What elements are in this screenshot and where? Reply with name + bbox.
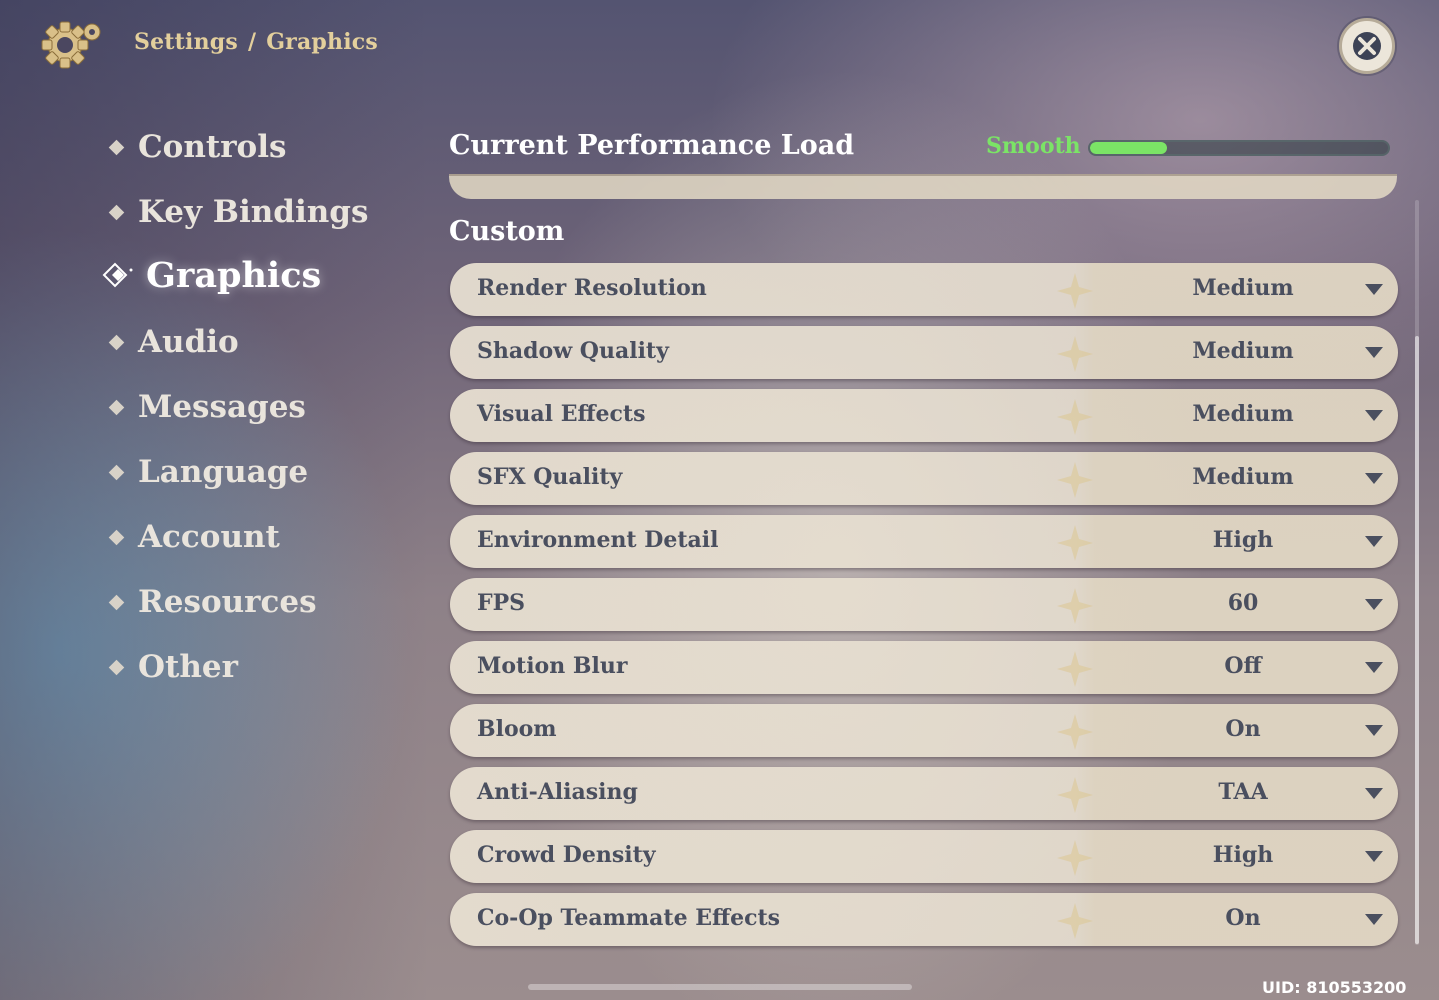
- bottom-scroll-indicator: [528, 984, 912, 990]
- nav-item-controls[interactable]: Controls: [108, 122, 286, 172]
- star-ornament-icon: [1057, 777, 1093, 813]
- caret-down-icon[interactable]: [1365, 473, 1383, 484]
- breadcrumb-separator: /: [247, 29, 257, 55]
- star-ornament-icon: [1057, 840, 1093, 876]
- setting-label: Environment Detail: [477, 527, 719, 553]
- diamond-icon: [108, 529, 125, 545]
- diamond-icon: [108, 659, 125, 675]
- star-ornament-icon: [1057, 588, 1093, 624]
- setting-row-render-resolution[interactable]: Render Resolution Medium: [450, 263, 1398, 316]
- performance-status: Smooth: [986, 133, 1081, 159]
- caret-down-icon[interactable]: [1365, 410, 1383, 421]
- setting-row-environment-detail[interactable]: Environment Detail High: [450, 515, 1398, 568]
- breadcrumb: Settings / Graphics: [134, 29, 378, 55]
- nav-item-label: Key Bindings: [138, 194, 369, 230]
- setting-row-fps[interactable]: FPS 60: [450, 578, 1398, 631]
- caret-down-icon[interactable]: [1365, 347, 1383, 358]
- star-ornament-icon: [1057, 651, 1093, 687]
- setting-value[interactable]: Off: [1143, 653, 1343, 679]
- setting-label: Co-Op Teammate Effects: [477, 905, 781, 931]
- scrollbar-thumb[interactable]: [1415, 336, 1419, 944]
- setting-row-shadow-quality[interactable]: Shadow Quality Medium: [450, 326, 1398, 379]
- setting-row-anti-aliasing[interactable]: Anti-Aliasing TAA: [450, 767, 1398, 820]
- nav-item-label: Graphics: [146, 254, 322, 296]
- nav-item-key-bindings[interactable]: Key Bindings: [108, 187, 368, 237]
- setting-value[interactable]: Medium: [1143, 464, 1343, 490]
- setting-label: Render Resolution: [477, 275, 707, 301]
- setting-value[interactable]: Medium: [1143, 275, 1343, 301]
- breadcrumb-root[interactable]: Settings: [134, 29, 238, 55]
- close-icon: [1353, 32, 1381, 60]
- setting-value[interactable]: Medium: [1143, 401, 1343, 427]
- nav-item-label: Messages: [138, 389, 306, 425]
- setting-value[interactable]: High: [1143, 842, 1343, 868]
- performance-load-bar: [1088, 140, 1390, 156]
- gear-icon: [38, 18, 106, 74]
- setting-row-bloom[interactable]: Bloom On: [450, 704, 1398, 757]
- section-title: Custom: [449, 216, 565, 247]
- caret-down-icon[interactable]: [1365, 788, 1383, 799]
- nav-item-resources[interactable]: Resources: [108, 577, 317, 627]
- performance-load-fill: [1090, 142, 1168, 154]
- star-ornament-icon: [1057, 903, 1093, 939]
- star-ornament-icon: [1057, 462, 1093, 498]
- setting-value[interactable]: TAA: [1143, 779, 1343, 805]
- setting-value[interactable]: High: [1143, 527, 1343, 553]
- diamond-icon: [108, 594, 125, 610]
- setting-row-visual-effects[interactable]: Visual Effects Medium: [450, 389, 1398, 442]
- nav-item-label: Language: [138, 454, 309, 490]
- setting-label: Bloom: [477, 716, 557, 742]
- nav-item-label: Other: [138, 649, 238, 685]
- caret-down-icon[interactable]: [1365, 851, 1383, 862]
- star-ornament-icon: [1057, 336, 1093, 372]
- setting-row-co-op-teammate-effects[interactable]: Co-Op Teammate Effects On: [450, 893, 1398, 946]
- setting-label: FPS: [477, 590, 526, 616]
- nav-item-graphics[interactable]: Graphics: [102, 250, 322, 300]
- diamond-icon: [108, 204, 125, 220]
- nav-item-label: Account: [138, 519, 280, 555]
- star-ornament-icon: [1057, 714, 1093, 750]
- setting-label: SFX Quality: [477, 464, 623, 490]
- setting-value[interactable]: Medium: [1143, 338, 1343, 364]
- diamond-icon: [108, 334, 125, 350]
- setting-label: Motion Blur: [477, 653, 628, 679]
- diamond-icon: [108, 399, 125, 415]
- caret-down-icon[interactable]: [1365, 662, 1383, 673]
- diamond-icon: [108, 139, 125, 155]
- nav-item-label: Audio: [138, 324, 239, 360]
- nav-item-label: Resources: [138, 584, 317, 620]
- star-ornament-icon: [1057, 399, 1093, 435]
- clipped-setting-row: [449, 174, 1397, 199]
- setting-row-crowd-density[interactable]: Crowd Density High: [450, 830, 1398, 883]
- nav-item-other[interactable]: Other: [108, 642, 238, 692]
- caret-down-icon[interactable]: [1365, 284, 1383, 295]
- setting-row-motion-blur[interactable]: Motion Blur Off: [450, 641, 1398, 694]
- uid-label: UID: 810553200: [1262, 978, 1407, 997]
- setting-label: Visual Effects: [477, 401, 646, 427]
- caret-down-icon[interactable]: [1365, 725, 1383, 736]
- nav-item-language[interactable]: Language: [108, 447, 308, 497]
- caret-down-icon[interactable]: [1365, 599, 1383, 610]
- setting-value[interactable]: On: [1143, 905, 1343, 931]
- star-ornament-icon: [1057, 525, 1093, 561]
- setting-label: Anti-Aliasing: [477, 779, 638, 805]
- setting-value[interactable]: 60: [1143, 590, 1343, 616]
- star-ornament-icon: [1057, 273, 1093, 309]
- close-button[interactable]: [1339, 18, 1395, 74]
- setting-label: Crowd Density: [477, 842, 656, 868]
- setting-row-sfx-quality[interactable]: SFX Quality Medium: [450, 452, 1398, 505]
- nav-item-account[interactable]: Account: [108, 512, 280, 562]
- nav-item-messages[interactable]: Messages: [108, 382, 306, 432]
- caret-down-icon[interactable]: [1365, 536, 1383, 547]
- nav-item-audio[interactable]: Audio: [108, 317, 239, 367]
- selected-diamond-icon: [102, 262, 133, 288]
- diamond-icon: [108, 464, 125, 480]
- setting-label: Shadow Quality: [477, 338, 669, 364]
- performance-load-title: Current Performance Load: [449, 130, 855, 161]
- setting-value[interactable]: On: [1143, 716, 1343, 742]
- nav-item-label: Controls: [138, 129, 287, 165]
- caret-down-icon[interactable]: [1365, 914, 1383, 925]
- breadcrumb-current: Graphics: [266, 29, 378, 55]
